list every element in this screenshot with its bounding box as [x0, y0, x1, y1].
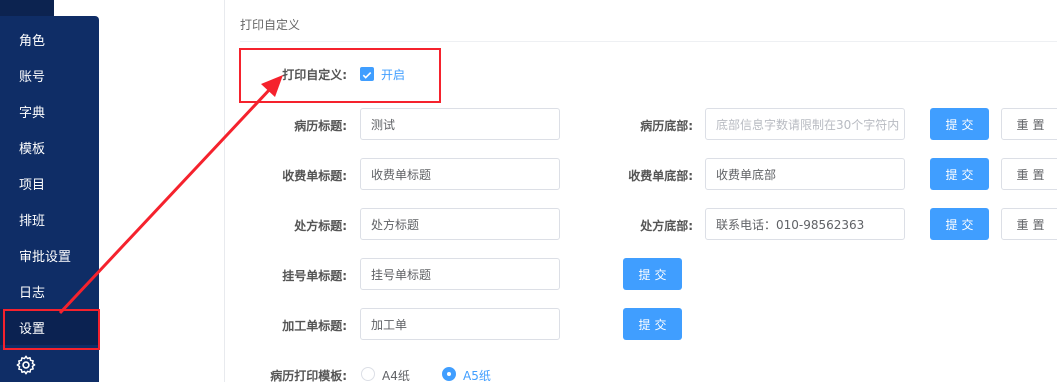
annotation-arrow-icon	[58, 75, 283, 315]
